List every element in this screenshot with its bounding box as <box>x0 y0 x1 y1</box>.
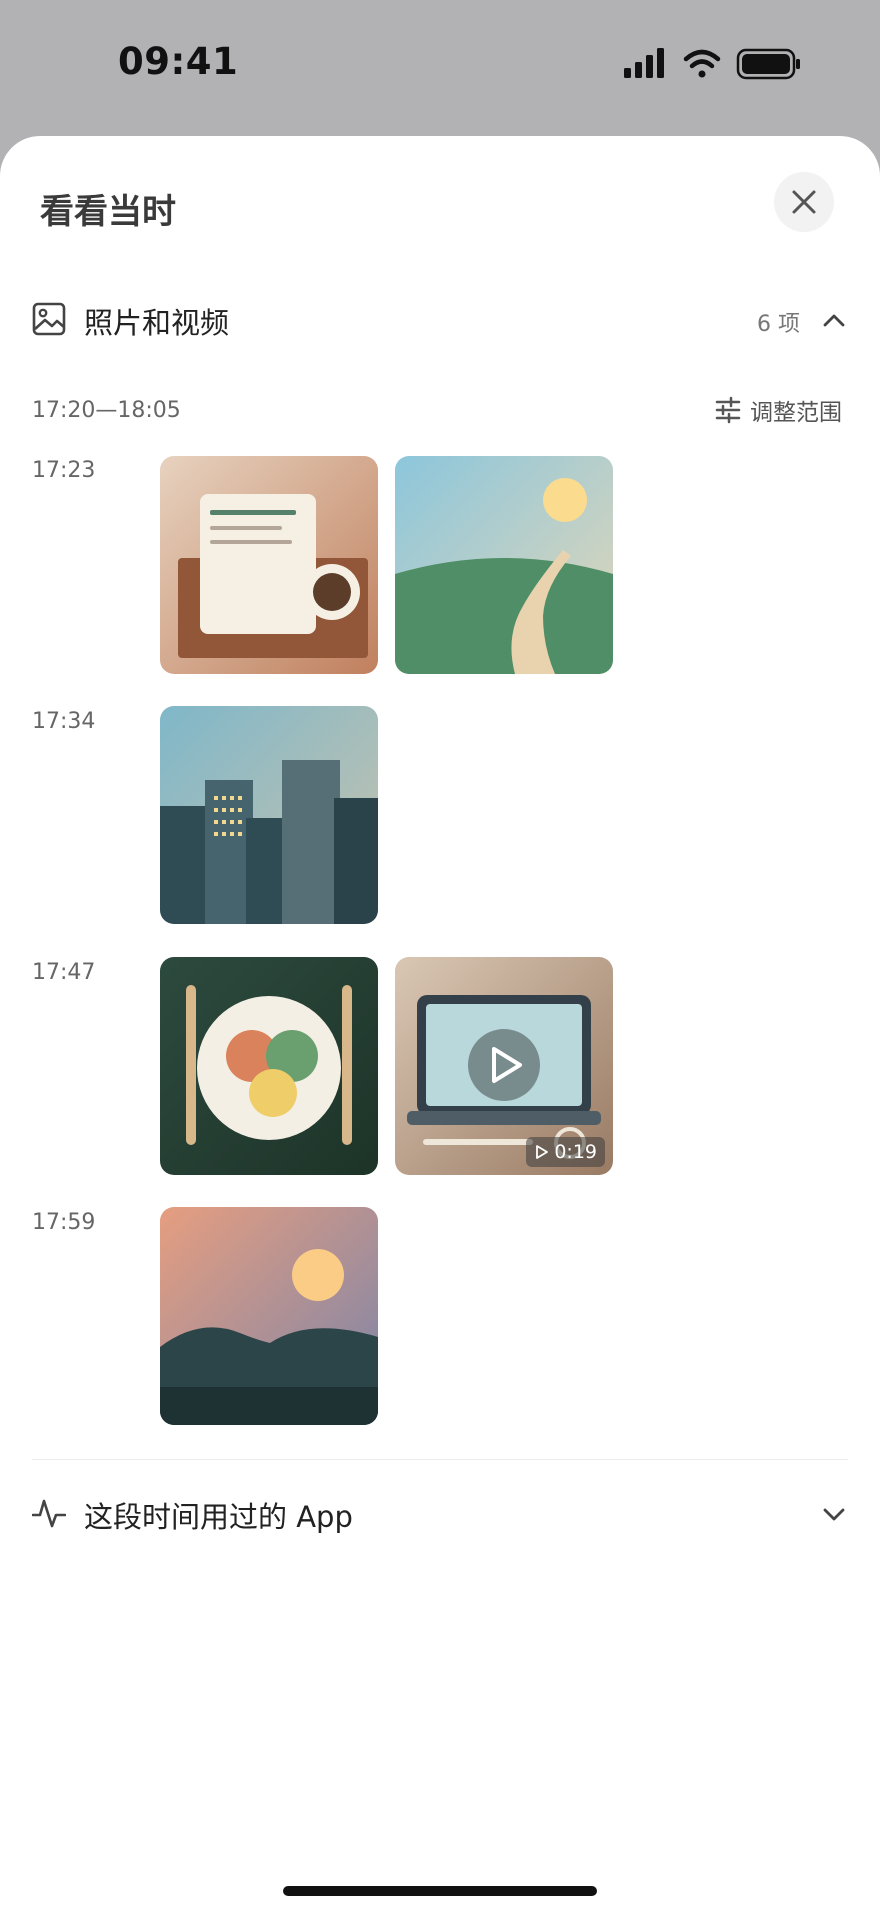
status-time: 09:41 <box>118 40 239 83</box>
play-icon <box>536 1145 549 1159</box>
status-icons <box>622 46 802 82</box>
status-bar: 09:41 <box>0 0 880 130</box>
adjust-range-button[interactable]: 调整范围 <box>714 391 842 429</box>
photos-section-label: 照片和视频 <box>84 306 230 340</box>
photo-thumbnail-sunset[interactable] <box>160 1207 378 1425</box>
signal-icon <box>624 48 664 78</box>
wifi-icon <box>683 49 721 78</box>
apps-used-label: 这段时间用过的 App <box>84 1500 353 1534</box>
row-time: 17:23 <box>32 458 96 483</box>
chevron-up-icon <box>823 314 845 327</box>
row-time: 17:34 <box>32 709 96 734</box>
home-indicator[interactable] <box>283 1886 597 1896</box>
photo-icon <box>32 302 66 336</box>
sliders-icon <box>715 396 741 424</box>
apps-used-section-header[interactable]: 这段时间用过的 App <box>32 1486 848 1542</box>
photos-section-header[interactable]: 照片和视频 6 项 <box>32 292 848 348</box>
photo-thumbnail-landscape-path[interactable] <box>395 456 613 674</box>
sheet-title: 看看当时 <box>40 192 176 232</box>
activity-icon <box>32 1499 66 1528</box>
time-range: 17:20—18:05 <box>32 398 181 423</box>
photo-thumbnail-document-coffee[interactable] <box>160 456 378 674</box>
row-time: 17:59 <box>32 1210 96 1235</box>
adjust-range-label: 调整范围 <box>750 400 842 426</box>
photo-thumbnail-plate[interactable] <box>160 957 378 1175</box>
photos-count: 6 项 <box>757 312 800 337</box>
bottom-sheet: 看看当时 照片和视频 6 项 17:20—18:05 调整范围 17:23 17… <box>0 136 880 1912</box>
photo-thumbnail-city[interactable] <box>160 706 378 924</box>
video-duration-badge: 0:19 <box>526 1137 605 1167</box>
row-time: 17:47 <box>32 960 96 985</box>
close-button[interactable] <box>774 172 834 232</box>
video-thumbnail-laptop[interactable]: 0:19 <box>395 957 613 1175</box>
video-duration: 0:19 <box>554 1141 597 1163</box>
section-divider <box>32 1459 848 1460</box>
battery-icon <box>736 48 800 80</box>
close-icon <box>792 190 816 214</box>
chevron-down-icon <box>823 1508 845 1521</box>
